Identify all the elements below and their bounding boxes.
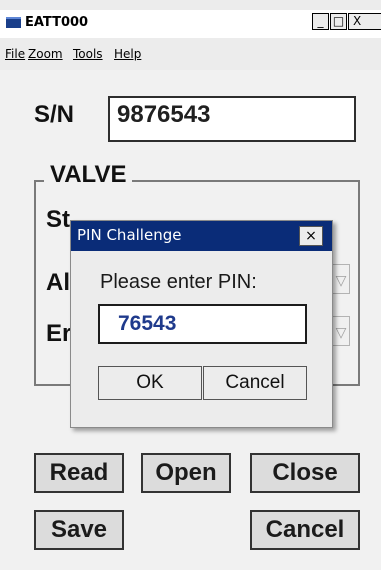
valve-row-label-status: St [46, 206, 70, 233]
menu-help[interactable]: Help [114, 47, 141, 61]
window-close-button[interactable]: X [348, 13, 381, 30]
maximize-button[interactable]: □ [330, 13, 347, 30]
dialog-cancel-button[interactable]: Cancel [203, 366, 307, 400]
valve-row-label-alarm: Al [46, 269, 70, 296]
app-window-icon [6, 17, 21, 28]
menu-file[interactable]: File [5, 47, 25, 61]
app-window: EATT000 _ □ X File Zoom Tools Help S/N 9… [0, 0, 381, 570]
dialog-ok-button[interactable]: OK [98, 366, 202, 400]
cancel-button[interactable]: Cancel [250, 510, 360, 550]
dialog-title: PIN Challenge [77, 226, 182, 244]
close-button[interactable]: Close [250, 453, 360, 493]
serial-value: 9876543 [117, 101, 211, 128]
pin-challenge-dialog: PIN Challenge × Please enter PIN: 76543 … [70, 220, 333, 428]
pin-prompt: Please enter PIN: [100, 271, 257, 293]
open-button[interactable]: Open [141, 453, 231, 493]
pin-input[interactable]: 76543 [98, 304, 307, 344]
menu-zoom[interactable]: Zoom [28, 47, 63, 61]
window-title: EATT000 [25, 15, 89, 30]
serial-label: S/N [34, 101, 75, 128]
minimize-button[interactable]: _ [312, 13, 329, 30]
chevron-down-icon[interactable]: ▽ [332, 264, 350, 294]
menu-tools[interactable]: Tools [73, 47, 103, 61]
chevron-down-icon[interactable]: ▽ [332, 316, 350, 346]
read-button[interactable]: Read [34, 453, 124, 493]
pin-value: 76543 [118, 312, 177, 335]
dialog-close-button[interactable]: × [299, 226, 323, 246]
valve-group-legend: VALVE [44, 161, 133, 189]
valve-row-label-error: Er [46, 320, 72, 347]
save-button[interactable]: Save [34, 510, 124, 550]
